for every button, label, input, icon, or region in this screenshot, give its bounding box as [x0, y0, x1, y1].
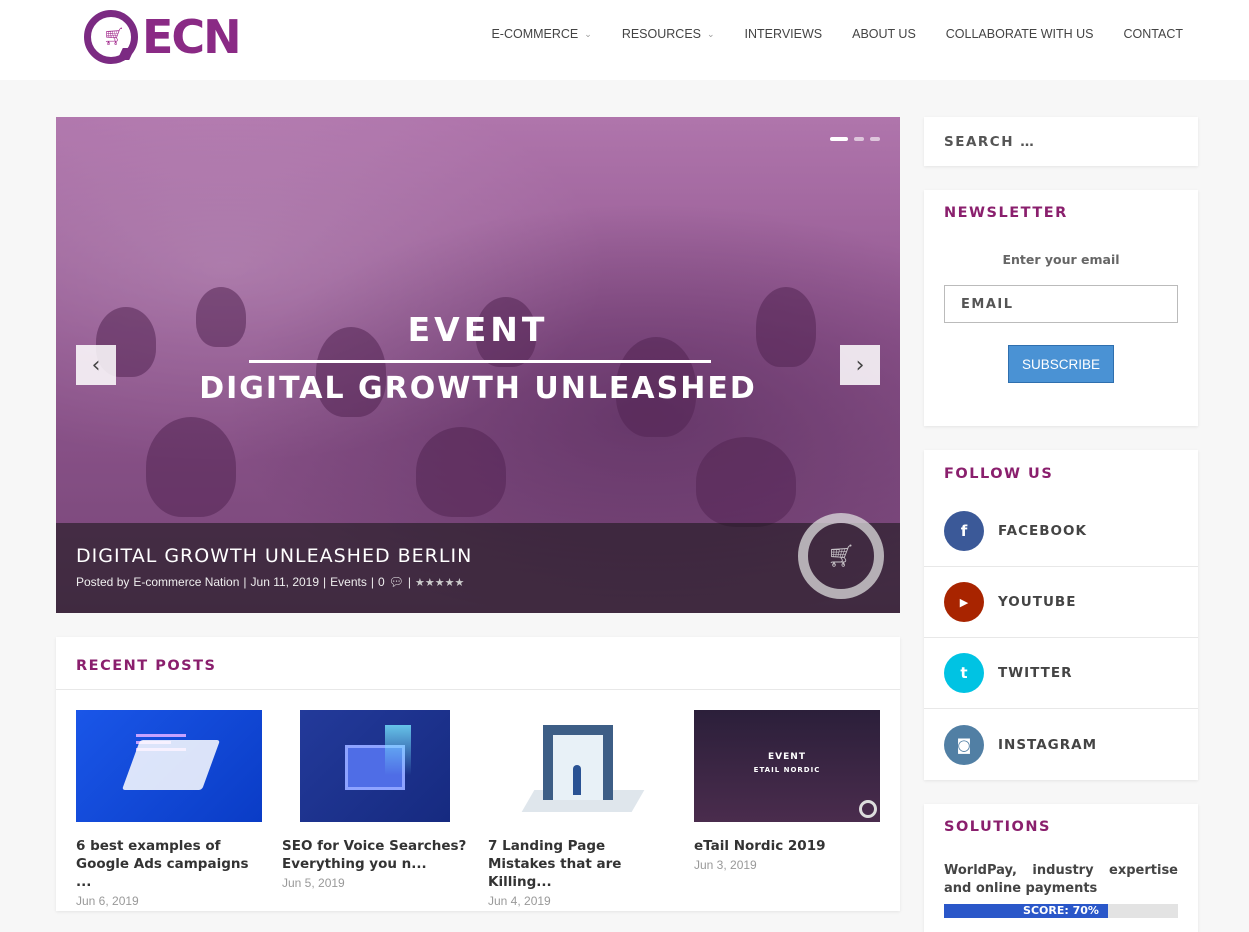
nav-label: INTERVIEWS — [744, 27, 823, 41]
nav-interviews[interactable]: INTERVIEWS — [745, 27, 823, 41]
post-card[interactable]: 6 best examples of Google Ads campaigns … — [76, 710, 262, 908]
meta-separator: | — [407, 575, 412, 589]
chevron-right-icon: › — [855, 352, 865, 378]
nav-label: E-COMMERCE — [491, 27, 579, 41]
recent-posts: RECENT POSTS 6 best examples of Google A… — [56, 637, 900, 911]
newsletter-label: Enter your email — [1002, 252, 1120, 267]
meta-separator: | — [323, 575, 327, 589]
post-title[interactable]: eTail Nordic 2019 — [694, 837, 880, 855]
post-title[interactable]: 6 best examples of Google Ads campaigns … — [76, 837, 262, 891]
youtube-icon: ▶ — [944, 582, 984, 622]
meta-date: Jun 11, 2019 — [250, 575, 320, 589]
logo-text: ECN — [142, 10, 242, 64]
chevron-down-icon: ⌄ — [707, 28, 715, 39]
post-title[interactable]: SEO for Voice Searches? Everything you n… — [282, 837, 468, 873]
nav-resources[interactable]: RESOURCES ⌄ — [622, 27, 715, 41]
slide-meta: Posted by E-commerce Nation | Jun 11, 20… — [76, 575, 464, 589]
subscribe-button[interactable]: SUBSCRIBE — [1008, 345, 1114, 383]
slide-caption: DIGITAL GROWTH UNLEASHED BERLIN Posted b… — [56, 513, 900, 613]
slider-prev-button[interactable]: ‹ — [76, 345, 116, 385]
thumbnail-background — [300, 710, 450, 822]
post-thumbnail[interactable] — [76, 710, 262, 822]
follow-us-title: FOLLOW US — [944, 466, 1054, 482]
slider-next-button[interactable]: › — [840, 345, 880, 385]
social-facebook[interactable]: f FACEBOOK — [924, 496, 1198, 567]
main-nav: E-COMMERCE ⌄ RESOURCES ⌄ INTERVIEWS ABOUT … — [491, 27, 1183, 41]
instagram-icon: ◙ — [944, 724, 984, 765]
meta-author[interactable]: E-commerce Nation — [133, 575, 239, 589]
post-title[interactable]: 7 Landing Page Mistakes that are Killing… — [488, 837, 674, 891]
post-card[interactable]: EVENT ETAIL NORDIC eTail Nordic 2019 Jun… — [694, 710, 880, 908]
slider-dots — [830, 137, 880, 141]
meta-separator: | — [370, 575, 374, 589]
meta-posted-by: Posted by — [76, 575, 130, 589]
search-widget — [924, 117, 1198, 166]
ring-logo-icon — [859, 800, 877, 818]
solution-item[interactable]: WorldPay, industry expertise and online … — [944, 862, 1178, 898]
slider-dot[interactable] — [854, 137, 864, 141]
social-name: TWITTER — [998, 665, 1073, 681]
social-instagram[interactable]: ◙ INSTAGRAM — [924, 709, 1198, 780]
cart-watermark-icon: 🛒︎ — [798, 513, 884, 599]
solutions-title: SOLUTIONS — [944, 819, 1051, 835]
email-field[interactable] — [944, 285, 1178, 323]
thumbnail-kicker: EVENT — [768, 752, 806, 762]
social-twitter[interactable]: t TWITTER — [924, 638, 1198, 709]
nav-label: RESOURCES — [621, 27, 701, 41]
social-name: FACEBOOK — [998, 523, 1087, 539]
laptop-illustration — [121, 740, 221, 790]
facebook-icon: f — [944, 511, 984, 551]
post-thumbnail[interactable] — [282, 710, 468, 822]
post-thumbnail[interactable] — [488, 710, 674, 822]
rating-stars-icon: ★★★★★ — [415, 576, 465, 589]
newsletter-title: NEWSLETTER — [944, 205, 1068, 221]
nav-label: CONTACT — [1123, 27, 1184, 41]
recent-posts-title: RECENT POSTS — [76, 658, 217, 674]
site-header: 🛒︎ ECN E-COMMERCE ⌄ RESOURCES ⌄ INTERVIEWS… — [0, 0, 1249, 80]
featured-slider[interactable]: EVENT DIGITAL GROWTH UNLEASHED ‹ › DIGIT… — [56, 117, 900, 613]
slider-dot[interactable] — [870, 137, 880, 141]
twitter-icon: t — [944, 653, 984, 693]
solutions-widget: SOLUTIONS WorldPay, industry expertise a… — [924, 804, 1198, 932]
social-name: INSTAGRAM — [998, 736, 1098, 753]
search-input[interactable] — [924, 117, 1198, 166]
hologram-illustration — [385, 725, 411, 775]
nav-label: ABOUT US — [852, 27, 916, 41]
post-card[interactable]: 7 Landing Page Mistakes that are Killing… — [488, 710, 674, 908]
post-date: Jun 4, 2019 — [488, 894, 551, 908]
newsletter-widget: NEWSLETTER Enter your email SUBSCRIBE — [924, 190, 1198, 426]
score-bar: SCORE: 70% — [944, 904, 1178, 918]
post-list: 6 best examples of Google Ads campaigns … — [76, 710, 880, 908]
comment-icon: 💬︎ — [388, 575, 404, 589]
meta-separator: | — [243, 575, 247, 589]
follow-us-widget: FOLLOW US f FACEBOOK ▶ YOUTUBE t TWITTER… — [924, 450, 1198, 780]
social-name: YOUTUBE — [998, 594, 1077, 610]
ecn-logo[interactable]: 🛒︎ ECN — [84, 9, 254, 65]
cart-logo-icon: 🛒︎ — [84, 10, 138, 64]
post-date: Jun 6, 2019 — [76, 894, 139, 908]
nav-ecommerce[interactable]: E-COMMERCE ⌄ — [491, 27, 591, 41]
post-date: Jun 5, 2019 — [282, 876, 345, 890]
slide-kicker: EVENT — [407, 310, 549, 349]
divider — [56, 689, 900, 690]
slide-headline: DIGITAL GROWTH UNLEASHED — [199, 371, 757, 406]
chevron-down-icon: ⌄ — [584, 28, 592, 39]
post-thumbnail[interactable]: EVENT ETAIL NORDIC — [694, 710, 880, 822]
post-date: Jun 3, 2019 — [694, 858, 757, 872]
nav-contact[interactable]: CONTACT — [1124, 27, 1184, 41]
nav-label: COLLABORATE WITH US — [945, 27, 1094, 41]
slide-title[interactable]: DIGITAL GROWTH UNLEASHED BERLIN — [76, 545, 472, 567]
score-label: SCORE: 70% — [1023, 904, 1099, 917]
post-card[interactable]: SEO for Voice Searches? Everything you n… — [282, 710, 468, 908]
meta-category[interactable]: Events — [330, 575, 367, 589]
chevron-left-icon: ‹ — [91, 352, 101, 378]
slide-divider — [249, 360, 711, 363]
slider-dot[interactable] — [830, 137, 848, 141]
thumbnail-subtitle: ETAIL NORDIC — [753, 766, 821, 774]
social-youtube[interactable]: ▶ YOUTUBE — [924, 567, 1198, 638]
meta-comments[interactable]: 0 — [378, 575, 385, 589]
person-illustration — [573, 765, 581, 795]
nav-about-us[interactable]: ABOUT US — [852, 27, 916, 41]
nav-collaborate[interactable]: COLLABORATE WITH US — [946, 27, 1094, 41]
